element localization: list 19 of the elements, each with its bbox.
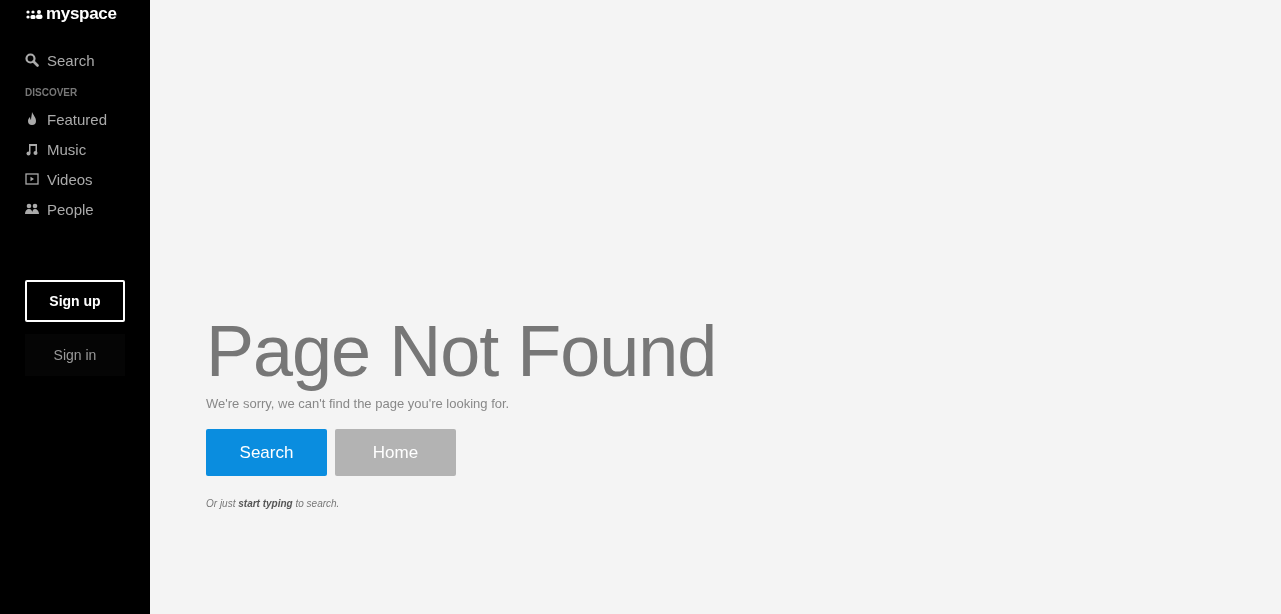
logo-icon bbox=[26, 9, 43, 19]
error-message: We're sorry, we can't find the page you're looking for. bbox=[206, 396, 510, 411]
nav-item[interactable]: People bbox=[25, 194, 94, 224]
section-heading: DISCOVER bbox=[25, 87, 79, 98]
sign-up-button[interactable]: Sign up bbox=[25, 280, 125, 322]
page-title: Page Not Found bbox=[206, 310, 717, 392]
search-icon bbox=[25, 53, 39, 67]
hint-text: Or just start typing to search. bbox=[206, 498, 340, 509]
play-icon bbox=[25, 173, 39, 185]
people-icon bbox=[25, 203, 39, 215]
music-note-icon bbox=[25, 142, 39, 156]
flame-icon bbox=[25, 112, 39, 126]
search-link[interactable]: Search bbox=[25, 45, 95, 75]
nav-item[interactable]: Featured bbox=[25, 104, 108, 134]
search-button[interactable]: Search bbox=[206, 429, 327, 476]
sign-in-button[interactable]: Sign in bbox=[25, 334, 125, 376]
nav-item[interactable]: Videos bbox=[25, 164, 93, 194]
nav-item[interactable]: Music bbox=[25, 134, 87, 164]
logo-text[interactable]: myspace bbox=[46, 4, 117, 24]
